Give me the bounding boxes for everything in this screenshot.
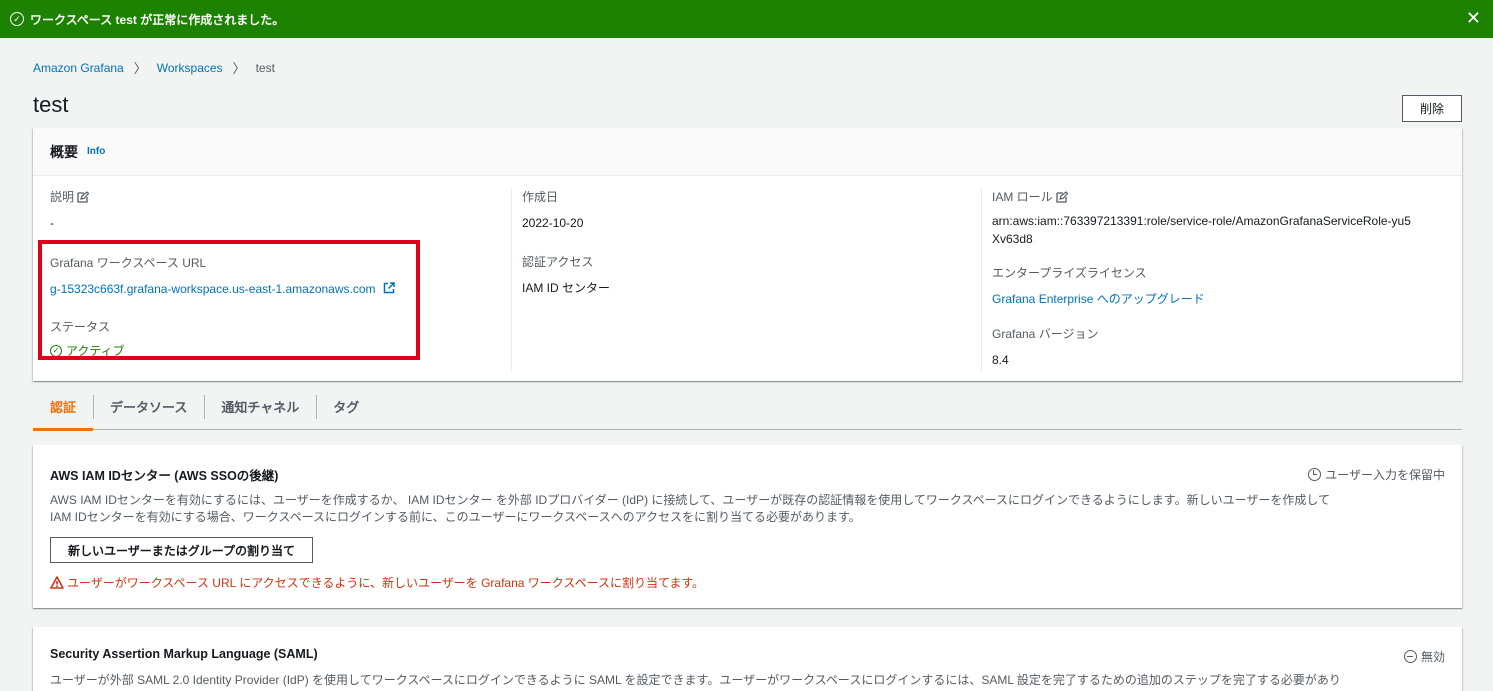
- saml-description: ユーザーが外部 SAML 2.0 Identity Provider (IdP)…: [50, 673, 1341, 687]
- iam-identity-center-panel: AWS IAM IDセンター (AWS SSOの後継) ユーザー入力を保留中 A…: [33, 445, 1462, 608]
- sso-warning: ユーザーがワークスペース URL にアクセスできるように、新しいユーザーを Gr…: [50, 574, 1445, 591]
- created-value: 2022-10-20: [522, 216, 584, 230]
- license-label: エンタープライズライセンス: [992, 266, 1147, 280]
- license-upgrade-link[interactable]: Grafana Enterprise へのアップグレード: [992, 290, 1451, 308]
- delete-button[interactable]: 削除: [1402, 95, 1462, 122]
- breadcrumb-link-amazon-grafana[interactable]: Amazon Grafana: [33, 61, 124, 75]
- version-value: 8.4: [992, 353, 1009, 367]
- tab-authentication[interactable]: 認証: [33, 385, 94, 431]
- auth-access-label: 認証アクセス: [522, 255, 594, 269]
- saml-state: 無効: [1403, 648, 1445, 665]
- sso-description-line-1: AWS IAM IDセンターを有効にするには、ユーザーを作成するか、 IAM I…: [50, 493, 1331, 507]
- chevron-right-icon: 〉: [133, 61, 147, 76]
- saml-title: Security Assertion Markup Language (SAML…: [50, 647, 318, 661]
- overview-panel: 概要 Info 説明 - Grafana ワークスペース URL g-15323…: [33, 128, 1462, 381]
- tab-bar: 認証 データソース 通知チャネル タグ: [33, 384, 1462, 431]
- iam-role-value: arn:aws:iam::763397213391:role/service-r…: [992, 214, 1411, 246]
- check-circle-icon: ✓: [10, 12, 24, 26]
- edit-icon[interactable]: [1056, 190, 1068, 203]
- minus-circle-icon: [1403, 650, 1417, 663]
- status-value: アクティブ: [66, 344, 125, 358]
- sso-warning-text: ユーザーがワークスペース URL にアクセスできるように、新しいユーザーを Gr…: [67, 576, 705, 590]
- page-title: test: [33, 92, 69, 117]
- breadcrumb: Amazon Grafana 〉 Workspaces 〉 test: [33, 58, 275, 77]
- status-label: ステータス: [50, 320, 111, 334]
- sso-state-label: ユーザー入力を保留中: [1325, 468, 1445, 482]
- warning-icon: [50, 576, 64, 589]
- breadcrumb-link-workspaces[interactable]: Workspaces: [157, 61, 223, 75]
- check-circle-icon: ✓: [50, 345, 62, 357]
- iam-role-label: IAM ロール: [992, 190, 1053, 204]
- chevron-right-icon: 〉: [232, 61, 246, 76]
- success-flash-banner: ✓ ワークスペース test が正常に作成されました。 ✕: [0, 0, 1493, 38]
- workspace-url-link[interactable]: g-15323c663f.grafana-workspace.us-east-1…: [50, 282, 376, 296]
- saml-panel: Security Assertion Markup Language (SAML…: [33, 627, 1462, 691]
- sso-state: ユーザー入力を保留中: [1308, 466, 1445, 483]
- overview-column-1: 説明 - Grafana ワークスペース URL g-15323c663f.gr…: [50, 188, 510, 375]
- external-link-icon[interactable]: [383, 282, 395, 294]
- overview-column-2: 作成日 2022-10-20 認証アクセス IAM ID センター: [511, 188, 981, 371]
- flash-message: ワークスペース test が正常に作成されました。: [30, 12, 285, 27]
- edit-icon[interactable]: [77, 190, 90, 203]
- tab-data-sources[interactable]: データソース: [93, 385, 204, 429]
- sso-title: AWS IAM IDセンター (AWS SSOの後継): [50, 469, 279, 483]
- saml-state-label: 無効: [1420, 650, 1445, 664]
- info-link[interactable]: Info: [87, 146, 105, 157]
- tab-tags[interactable]: タグ: [316, 385, 376, 429]
- sso-description-line-2: IAM IDセンターを有効にする場合、ワークスペースにログインする前に、このユー…: [50, 510, 861, 524]
- overview-heading: 概要: [50, 143, 78, 160]
- auth-access-value: IAM ID センター: [522, 281, 611, 295]
- overview-header: 概要 Info: [33, 128, 1462, 176]
- tab-notification-channels[interactable]: 通知チャネル: [204, 385, 316, 429]
- description-value: -: [50, 216, 54, 230]
- sso-description: AWS IAM IDセンターを有効にするには、ユーザーを作成するか、 IAM I…: [50, 492, 1340, 526]
- description-label: 説明: [50, 190, 75, 204]
- assign-user-or-group-button[interactable]: 新しいユーザーまたはグループの割り当て: [50, 537, 314, 563]
- breadcrumb-current: test: [255, 60, 275, 75]
- clock-icon: [1308, 468, 1322, 481]
- created-label: 作成日: [522, 190, 559, 204]
- close-icon[interactable]: ✕: [1466, 9, 1481, 27]
- workspace-url-label: Grafana ワークスペース URL: [50, 256, 207, 270]
- version-label: Grafana バージョン: [992, 327, 1099, 341]
- overview-column-3: IAM ロール arn:aws:iam::763397213391:role/s…: [981, 188, 1451, 371]
